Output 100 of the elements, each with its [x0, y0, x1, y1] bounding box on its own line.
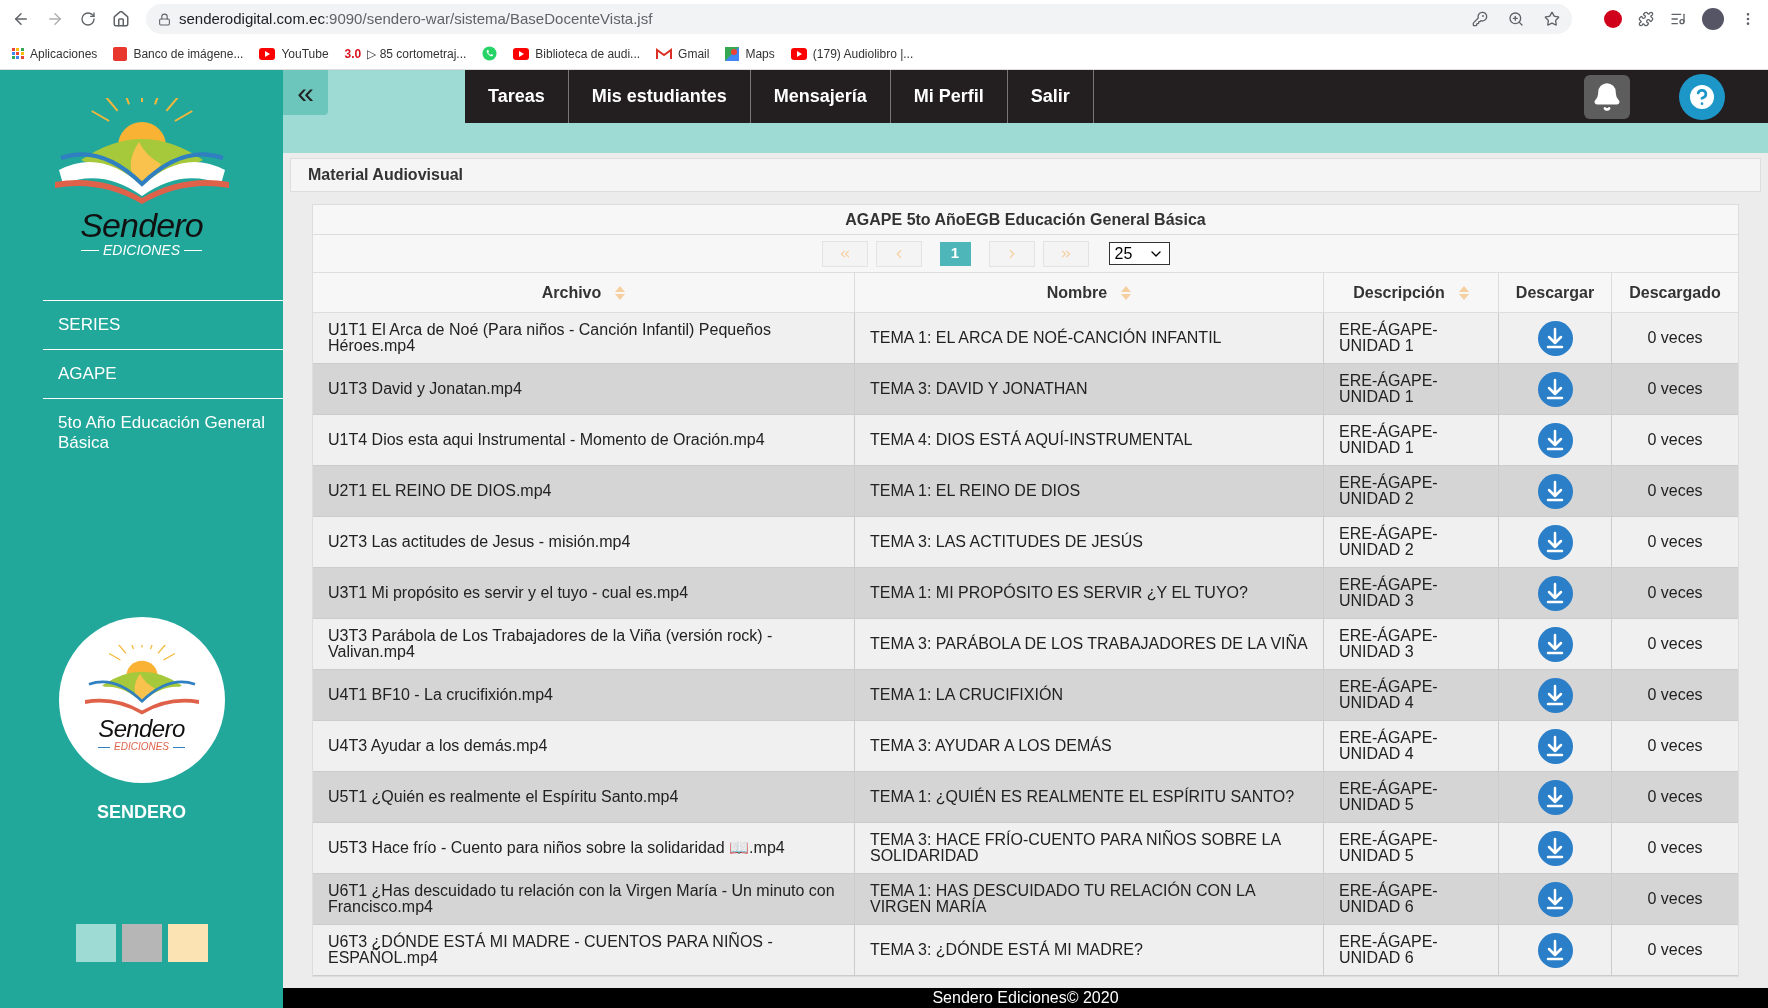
- download-button[interactable]: [1537, 728, 1573, 764]
- gmail-icon: [656, 47, 673, 60]
- table-cell: U3T1 Mi propósito es servir y el tuyo - cual es.mp4: [328, 585, 689, 601]
- table-cell: 0 veces: [1647, 483, 1703, 499]
- forward-icon[interactable]: [46, 10, 64, 28]
- notifications-button[interactable]: [1584, 74, 1630, 119]
- download-icon: [1545, 939, 1565, 961]
- column-header[interactable]: Archivo: [313, 273, 855, 312]
- youtube-icon: [259, 47, 276, 60]
- table-cell-text: ERE-ÁGAPE-UNIDAD 5: [1339, 832, 1439, 864]
- bookmark-item[interactable]: Gmail: [656, 44, 710, 63]
- address-bar[interactable]: senderodigital.com.ec:9090/sendero-war/sistema/BaseDocenteVista.jsf: [146, 4, 1572, 34]
- bookmark-item[interactable]: YouTube: [259, 44, 329, 63]
- bookmark-item[interactable]: Aplicaciones: [12, 44, 98, 63]
- download-button[interactable]: [1537, 320, 1573, 356]
- bookmark-item[interactable]: 3.0 ▷ 85 cortometraj...: [344, 44, 467, 63]
- table-cell: U2T1 EL REINO DE DIOS.mp4: [328, 483, 552, 499]
- table-cell: U1T4 Dios esta aqui Instrumental - Momento de Oración.mp4: [328, 432, 765, 448]
- table-cell-text: ERE-ÁGAPE-UNIDAD 3: [1339, 577, 1439, 609]
- maps-icon: [725, 46, 740, 61]
- download-icon: [1545, 735, 1565, 757]
- logo-wordmark: Sendero: [80, 208, 203, 242]
- table-cell-text: U1T1 El Arca de Noé (Para niños - Canción Infantil) Pequeños Héroes.mp4: [328, 322, 772, 354]
- table-cell: TEMA 1: EL REINO DE DIOS: [870, 483, 1081, 499]
- whatsapp-icon: [482, 46, 498, 61]
- download-button[interactable]: [1537, 677, 1573, 713]
- extensions-icon[interactable]: [1638, 11, 1654, 27]
- back-icon[interactable]: [12, 10, 30, 28]
- download-button[interactable]: [1537, 830, 1573, 866]
- color-swatch[interactable]: [121, 923, 162, 962]
- color-swatch[interactable]: [75, 923, 116, 962]
- download-icon: [1545, 684, 1565, 706]
- avatar-icon[interactable]: [1702, 8, 1724, 30]
- download-icon: [1545, 480, 1565, 502]
- table-cell-text: U3T3 Parábola de Los Trabajadores de la Viña (versión rock) - Valivan.mp4: [328, 628, 774, 660]
- reload-icon[interactable]: [80, 11, 96, 27]
- table-cell: 0 veces: [1647, 840, 1703, 856]
- bell-icon: [1592, 81, 1622, 112]
- download-button[interactable]: [1537, 932, 1573, 968]
- help-button[interactable]: [1679, 73, 1725, 120]
- download-button[interactable]: [1537, 422, 1573, 458]
- table-cell: TEMA 3: DAVID Y JONATHAN: [870, 381, 1088, 397]
- table-cell-text: ERE-ÁGAPE-UNIDAD 5: [1339, 781, 1439, 813]
- table-cell: TEMA 1: LA CRUCIFIXIÓN: [870, 687, 1063, 703]
- bookmark-item[interactable]: Maps: [725, 44, 775, 63]
- youtube-icon: [790, 47, 807, 60]
- column-header[interactable]: Descargar: [1499, 273, 1612, 312]
- table-cell: 0 veces: [1647, 432, 1703, 448]
- bookmark-icon: [113, 46, 128, 61]
- bookmark-item[interactable]: Biblioteca de audi...: [513, 44, 641, 63]
- table-cell-text: ERE-ÁGAPE-UNIDAD 4: [1339, 679, 1439, 711]
- bookmark-item[interactable]: Banco de imágene...: [113, 44, 244, 63]
- table-cell: TEMA 3: LAS ACTITUDES DE JESÚS: [870, 534, 1143, 550]
- table-cell: U4T1 BF10 - La crucifixión.mp4: [328, 687, 553, 703]
- table-cell-text: ERE-ÁGAPE-UNIDAD 1: [1339, 424, 1439, 456]
- rows-per-page-select[interactable]: 25: [1108, 242, 1170, 265]
- zoom-icon[interactable]: [1508, 11, 1524, 27]
- download-button[interactable]: [1537, 779, 1573, 815]
- table-cell: 0 veces: [1647, 534, 1703, 550]
- table-cell: 0 veces: [1647, 789, 1703, 805]
- download-icon: [1545, 327, 1565, 349]
- bookmark-star-icon[interactable]: [1544, 11, 1560, 27]
- download-button[interactable]: [1537, 473, 1573, 509]
- download-icon: [1545, 429, 1565, 451]
- table-cell-text: ERE-ÁGAPE-UNIDAD 1: [1339, 373, 1439, 405]
- column-header[interactable]: Nombre: [855, 273, 1324, 312]
- color-swatch[interactable]: [167, 923, 208, 962]
- media-icon[interactable]: [1670, 11, 1686, 27]
- bookmark-label: 3.0: [344, 45, 362, 63]
- adblock-icon[interactable]: [1604, 10, 1622, 28]
- table-cell-text: ERE-ÁGAPE-UNIDAD 2: [1339, 526, 1439, 558]
- table-caption: AGAPE 5to AñoEGB Educación General Básica: [313, 205, 1738, 235]
- home-icon[interactable]: [112, 10, 130, 28]
- table-cell-text: ERE-ÁGAPE-UNIDAD 1: [1339, 322, 1439, 354]
- download-icon: [1545, 531, 1565, 553]
- table-cell: U4T3 Ayudar a los demás.mp4: [328, 738, 548, 754]
- download-button[interactable]: [1537, 371, 1573, 407]
- download-icon: [1545, 582, 1565, 604]
- bookmark-item[interactable]: (179) Audiolibro |...: [790, 44, 914, 63]
- table-cell: TEMA 3: AYUDAR A LOS DEMÁS: [870, 738, 1112, 754]
- column-header[interactable]: Descripción: [1324, 273, 1499, 312]
- collapse-button[interactable]: «: [283, 70, 328, 115]
- download-button[interactable]: [1537, 524, 1573, 560]
- table-cell-text: U6T1 ¿Has descuidado tu relación con la Virgen María - Un minuto con Francisco.mp4: [328, 883, 836, 915]
- download-button[interactable]: [1537, 575, 1573, 611]
- table-cell: TEMA 1: EL ARCA DE NOÉ-CANCIÓN INFANTIL: [870, 330, 1222, 346]
- table-cell: TEMA 4: DIOS ESTÁ AQUÍ-INSTRUMENTAL: [870, 432, 1193, 448]
- table-cell: 0 veces: [1647, 585, 1703, 601]
- download-button[interactable]: [1537, 626, 1573, 662]
- table-cell: TEMA 1: MI PROPÓSITO ES SERVIR ¿Y EL TUYO?: [870, 585, 1248, 601]
- key-icon[interactable]: [1472, 11, 1488, 27]
- column-header[interactable]: Descargado: [1612, 273, 1738, 312]
- table-cell-text: ERE-ÁGAPE-UNIDAD 6: [1339, 883, 1439, 915]
- table-cell: 0 veces: [1647, 687, 1703, 703]
- table-cell: 0 veces: [1647, 891, 1703, 907]
- table-cell-text: ERE-ÁGAPE-UNIDAD 4: [1339, 730, 1439, 762]
- download-icon: [1545, 378, 1565, 400]
- download-button[interactable]: [1537, 881, 1573, 917]
- table-cell: U2T3 Las actitudes de Jesus - misión.mp4: [328, 534, 631, 550]
- brand-name: SENDERO: [97, 800, 186, 824]
